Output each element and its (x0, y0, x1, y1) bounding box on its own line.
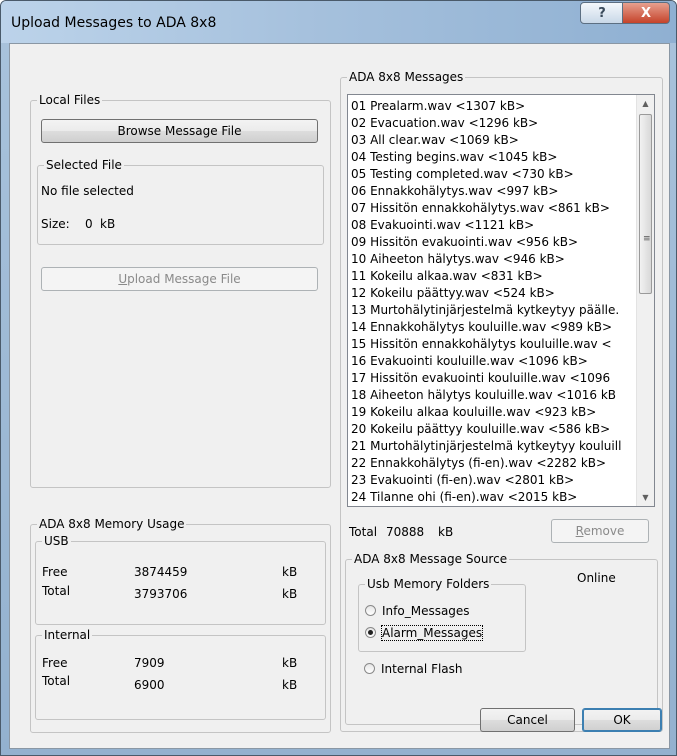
selected-file-label: Selected File (44, 158, 124, 172)
total-value: 70888 (386, 525, 425, 539)
scroll-thumb[interactable]: ≡ (639, 114, 652, 294)
browse-message-file-button[interactable]: Browse Message File (41, 119, 318, 143)
message-list-item[interactable]: 24 Tilanne ohi (fi-en).wav <2015 kB> (351, 489, 634, 506)
message-list-item[interactable]: 17 Hissitön evakuointi kouluille.wav <10… (351, 370, 634, 387)
memory-usage-group: ADA 8x8 Memory Usage USB Free 3874459 kB… (30, 517, 331, 733)
local-files-label: Local Files (37, 93, 103, 107)
usb-free-unit: kB (282, 565, 298, 579)
usb-total-unit: kB (282, 587, 298, 601)
message-list-item[interactable]: 01 Prealarm.wav <1307 kB> (351, 98, 634, 115)
remove-button-label: Remove (576, 524, 625, 538)
message-list-item[interactable]: 15 Hissitön ennakkohälytys kouluille.wav… (351, 336, 634, 353)
message-list-item[interactable]: 10 Aiheeton hälytys.wav <946 kB> (351, 251, 634, 268)
internal-memory-group: Internal Free 7909 kB Total 6900 kB (35, 628, 326, 720)
usb-free-label: Free (42, 565, 68, 579)
message-list-item[interactable]: 05 Testing completed.wav <730 kB> (351, 166, 634, 183)
internal-flash-label[interactable]: Internal Flash (381, 662, 463, 676)
message-list-item[interactable]: 23 Evakuointi (fi-en).wav <2801 kB> (351, 472, 634, 489)
usb-memory-folders-label: Usb Memory Folders (365, 577, 492, 591)
internal-total-unit: kB (282, 678, 298, 692)
message-list-item[interactable]: 18 Aiheeton hälytys kouluille.wav <1016 … (351, 387, 634, 404)
usb-label: USB (42, 534, 71, 548)
file-size-unit: kB (100, 217, 116, 231)
usb-free-value: 3874459 (134, 565, 188, 579)
window-title: Upload Messages to ADA 8x8 (11, 15, 217, 31)
message-list-item[interactable]: 12 Kokeilu päättyy.wav <524 kB> (351, 285, 634, 302)
internal-free-value: 7909 (134, 656, 165, 670)
ok-button[interactable]: OK (582, 708, 662, 732)
messages-label: ADA 8x8 Messages (347, 70, 466, 84)
internal-free-unit: kB (282, 656, 298, 670)
remove-button[interactable]: Remove (551, 519, 649, 543)
cancel-button-label: Cancel (507, 713, 548, 727)
local-files-group: Local Files Browse Message File Selected… (30, 93, 331, 488)
cancel-button[interactable]: Cancel (480, 708, 575, 732)
message-list-item[interactable]: 13 Murtohälytinjärjestelmä kytkeytyy pää… (351, 302, 634, 319)
usb-total-label: Total (42, 584, 71, 598)
message-list-item[interactable]: 11 Kokeilu alkaa.wav <831 kB> (351, 268, 634, 285)
memory-usage-label: ADA 8x8 Memory Usage (37, 517, 187, 531)
message-list-item[interactable]: 21 Murtohälytinjärjestelmä kytkeytyy kou… (351, 438, 634, 455)
message-list-item[interactable]: 22 Ennakkohälytys (fi-en).wav <2282 kB> (351, 455, 634, 472)
usb-total-value: 3793706 (134, 587, 188, 601)
selected-file-name: No file selected (41, 184, 134, 198)
scroll-grip-icon: ≡ (643, 234, 651, 244)
internal-free-label: Free (42, 656, 68, 670)
usb-memory-folders-group: Usb Memory Folders Info_Messages Alarm_M… (358, 577, 526, 652)
messages-listbox[interactable]: 01 Prealarm.wav <1307 kB> 02 Evacuation.w… (347, 94, 655, 507)
browse-button-label: Browse Message File (117, 124, 242, 138)
info-messages-label[interactable]: Info_Messages (382, 604, 470, 618)
message-list-item[interactable]: 16 Evakuointi kouluille.wav <1096 kB> (351, 353, 634, 370)
dialog-client-area: Local Files Browse Message File Selected… (9, 43, 670, 749)
messages-scrollbar[interactable]: ▲ ≡ ▼ (636, 95, 654, 506)
dialog-window: Upload Messages to ADA 8x8 ? X Local Fil… (0, 0, 677, 756)
messages-list: 01 Prealarm.wav <1307 kB> 02 Evacuation.w… (351, 98, 634, 506)
help-button[interactable]: ? (580, 2, 624, 24)
message-source-group: ADA 8x8 Message Source Online Usb Memory… (345, 552, 658, 725)
message-list-item[interactable]: 03 All clear.wav <1069 kB> (351, 132, 634, 149)
message-list-item[interactable]: 06 Ennakkohälytys.wav <997 kB> (351, 183, 634, 200)
message-list-item[interactable]: 04 Testing begins.wav <1045 kB> (351, 149, 634, 166)
remove-button-label-rest: emove (583, 524, 625, 538)
internal-label: Internal (42, 628, 93, 642)
file-size-label: Size: (41, 217, 70, 231)
scroll-up-arrow-icon[interactable]: ▲ (637, 95, 654, 112)
message-list-item[interactable]: 14 Ennakkohälytys kouluille.wav <989 kB> (351, 319, 634, 336)
selected-file-group: Selected File No file selected Size: 0 k… (37, 158, 324, 245)
upload-button-label: Upload Message File (118, 272, 240, 286)
message-list-item[interactable]: 09 Hissitön evakuointi.wav <956 kB> (351, 234, 634, 251)
upload-button-label-rest: pload Message File (127, 272, 241, 286)
internal-total-label: Total (42, 674, 71, 688)
messages-group: ADA 8x8 Messages 01 Prealarm.wav <1307 k… (340, 70, 663, 732)
total-unit: kB (438, 525, 454, 539)
total-label: Total (349, 525, 378, 539)
info-messages-radio[interactable] (365, 605, 376, 616)
upload-button-mnemonic: U (118, 272, 128, 286)
message-list-item[interactable]: 08 Evakuointi.wav <1121 kB> (351, 217, 634, 234)
usb-memory-group: USB Free 3874459 kB Total 3793706 kB (35, 534, 326, 625)
internal-flash-radio[interactable] (364, 663, 375, 674)
connection-status: Online (577, 571, 616, 585)
message-list-item[interactable]: 02 Evacuation.wav <1296 kB> (351, 115, 634, 132)
close-button[interactable]: X (622, 2, 670, 24)
ok-button-label: OK (613, 713, 631, 727)
message-list-item[interactable]: 07 Hissitön ennakkohälytys.wav <861 kB> (351, 200, 634, 217)
title-bar[interactable]: Upload Messages to ADA 8x8 ? X (1, 1, 676, 43)
file-size-value: 0 (85, 217, 93, 231)
scroll-down-arrow-icon[interactable]: ▼ (637, 489, 654, 506)
message-source-label: ADA 8x8 Message Source (352, 552, 510, 566)
internal-total-value: 6900 (134, 678, 165, 692)
alarm-messages-label[interactable]: Alarm_Messages (380, 625, 484, 641)
upload-message-file-button[interactable]: Upload Message File (41, 267, 318, 291)
alarm-messages-radio[interactable] (365, 627, 376, 638)
message-list-item[interactable]: 20 Kokeilu päättyy kouluille.wav <586 kB… (351, 421, 634, 438)
message-list-item[interactable]: 19 Kokeilu alkaa kouluille.wav <923 kB> (351, 404, 634, 421)
